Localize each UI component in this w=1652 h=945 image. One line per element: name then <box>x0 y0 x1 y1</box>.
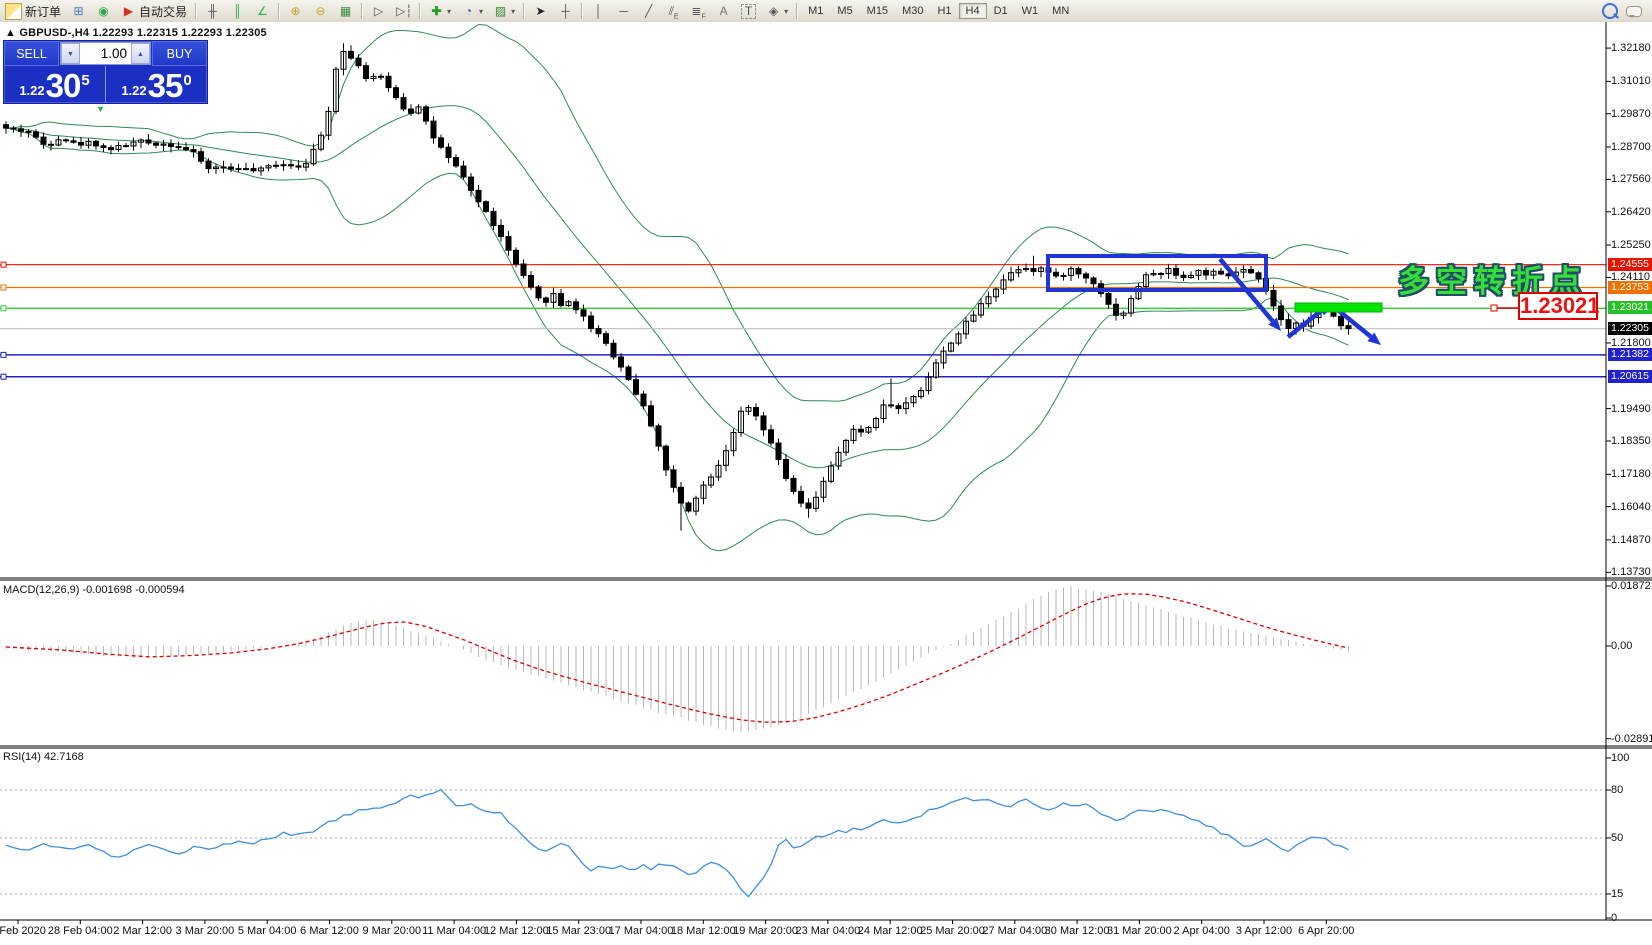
one-click-trade-widget: SELL ▼ 1.00 ▲ BUY 1.22 30 5 1.22 35 0 <box>3 40 208 104</box>
time-label: 3 Mar 20:00 <box>175 925 235 937</box>
volume-increment-button[interactable]: ▲ <box>131 43 150 64</box>
price-tick: 1.28700 <box>1611 140 1651 153</box>
time-label: 6 Apr 20:00 <box>1298 925 1355 937</box>
time-label: 2 Apr 04:00 <box>1173 925 1230 937</box>
time-label: 5 Mar 04:00 <box>237 925 297 937</box>
macd-panel-title: MACD(12,26,9) -0.001698 -0.000594 <box>3 584 185 596</box>
time-label: 12 Mar 12:00 <box>483 925 549 937</box>
price-callout-label[interactable]: 1.23021 <box>1518 292 1600 320</box>
macd-tick: 0.00 <box>1611 640 1633 652</box>
price-badge: 1.20615 <box>1608 369 1652 383</box>
time-label: 27 Mar 04:00 <box>982 925 1048 937</box>
price-tick: 1.29870 <box>1611 107 1651 120</box>
price-badge: 1.22305 <box>1608 321 1652 335</box>
sell-price[interactable]: 1.22 30 5 <box>4 66 106 103</box>
time-label: 9 Mar 20:00 <box>362 925 422 937</box>
price-tick: 1.18350 <box>1611 435 1651 448</box>
time-label: 31 Mar 20:00 <box>1106 925 1172 937</box>
symbol-ohlc-line: ▲ GBPUSD-,H4 1.22293 1.22315 1.22293 1.2… <box>5 27 267 39</box>
time-label: 23 Mar 04:00 <box>795 925 861 937</box>
rsi-tick: 100 <box>1611 752 1630 764</box>
rsi-tick: 0 <box>1611 912 1618 924</box>
price-tick: 1.13730 <box>1611 566 1651 579</box>
buy-button[interactable]: BUY <box>152 41 207 66</box>
price-badge: 1.21382 <box>1608 347 1652 361</box>
rsi-tick: 15 <box>1611 888 1624 900</box>
time-label: 2 Mar 12:00 <box>113 925 172 937</box>
volume-decrement-button[interactable]: ▼ <box>61 43 80 64</box>
time-label: 6 Mar 12:00 <box>300 925 359 937</box>
chart-window: ▲ GBPUSD-,H4 1.22293 1.22315 1.22293 1.2… <box>0 22 1652 945</box>
time-label: 11 Mar 04:00 <box>422 925 487 937</box>
rsi-tick: 50 <box>1611 832 1624 844</box>
price-tick: 1.32180 <box>1611 42 1651 55</box>
time-label: 6 Feb 2020 <box>0 925 46 937</box>
time-label: 25 Mar 20:00 <box>920 925 985 937</box>
time-label: 28 Feb 04:00 <box>47 925 113 937</box>
price-tick: 1.31010 <box>1611 75 1651 88</box>
price-badge: 1.24555 <box>1608 257 1652 271</box>
price-tick: 1.27560 <box>1611 173 1651 186</box>
rsi-panel-title: RSI(14) 42.7168 <box>3 751 84 763</box>
price-tick: 1.19490 <box>1611 402 1651 415</box>
mt4-window: 新订单 ⊞ ◉ ▶ 自动交易 ╫ ║ ∠ ⊕ ⊖ ▦ ▷ ▷┆ ✚ ▾ ◔ ▾ ▨ ▾… <box>0 0 1652 945</box>
support-highlight-bar[interactable] <box>1294 302 1383 313</box>
buy-price[interactable]: 1.22 35 0 <box>106 66 207 103</box>
time-label: 3 Apr 12:00 <box>1235 925 1293 937</box>
price-tick: 1.17180 <box>1611 468 1651 481</box>
time-label: 15 Mar 23:00 <box>546 925 612 937</box>
trade-widget-collapse-button[interactable]: ▼ <box>96 104 105 114</box>
price-tick: 1.14870 <box>1611 533 1651 546</box>
price-badge: 1.23753 <box>1608 280 1652 294</box>
price-tick: 1.26420 <box>1611 205 1651 218</box>
price-tick: 1.16040 <box>1611 500 1651 513</box>
price-badge: 1.23021 <box>1608 301 1652 315</box>
time-label: 24 Mar 12:00 <box>857 925 923 937</box>
time-label: 19 Mar 20:00 <box>733 925 799 937</box>
time-label: 18 Mar 12:00 <box>670 925 736 937</box>
rsi-tick: 80 <box>1611 784 1624 796</box>
time-label: 30 Mar 12:00 <box>1044 925 1110 937</box>
sell-button[interactable]: SELL <box>4 41 59 66</box>
macd-tick: 0.018721 <box>1611 579 1652 592</box>
time-label: 17 Mar 04:00 <box>608 925 674 937</box>
macd-tick: -0.028913 <box>1611 732 1652 745</box>
chart-canvas[interactable] <box>0 0 1652 945</box>
volume-stepper: ▼ 1.00 ▲ <box>60 42 151 65</box>
price-tick: 1.25250 <box>1611 239 1651 251</box>
